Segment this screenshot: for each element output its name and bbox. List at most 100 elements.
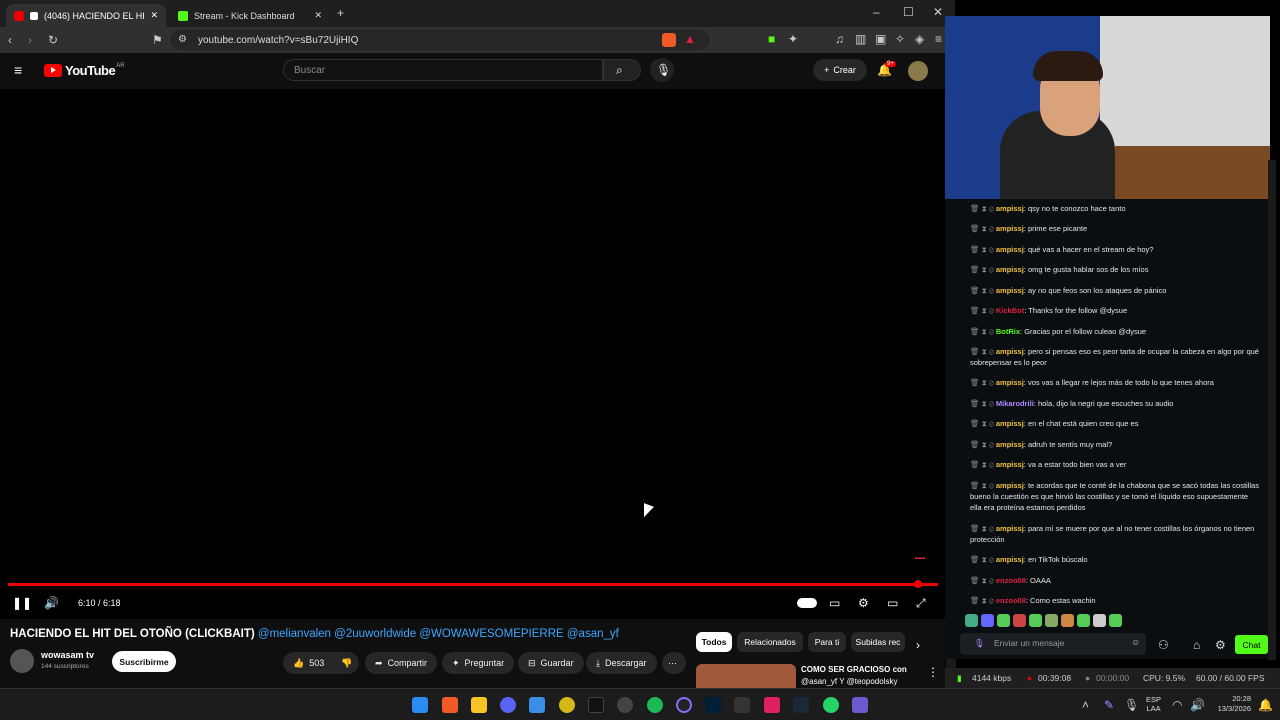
whatsapp-icon[interactable]: [823, 697, 839, 713]
emote-icon[interactable]: [1045, 614, 1058, 627]
chip-recent-uploads[interactable]: Subidas rec: [851, 632, 905, 652]
clock[interactable]: 20:28 13/3/2026: [1205, 694, 1251, 714]
close-window-icon[interactable]: ✕: [933, 5, 943, 19]
volume-icon[interactable]: 🔊: [1190, 698, 1205, 712]
chat-username[interactable]: Mikarodrili: [996, 399, 1034, 408]
emote-icon[interactable]: [1077, 614, 1090, 627]
chat-username[interactable]: enzoo08: [996, 596, 1026, 605]
brave-shield-icon[interactable]: [662, 33, 676, 47]
minimize-icon[interactable]: –: [873, 5, 880, 19]
moderation-icons[interactable]: 🗑 ⧗ ⊘: [970, 555, 994, 564]
chat-username[interactable]: ampissj: [996, 347, 1024, 356]
emote-icon[interactable]: [1061, 614, 1074, 627]
playlist-icon[interactable]: ♫: [835, 32, 844, 46]
ai-icon[interactable]: ✧: [895, 32, 905, 46]
obs-icon[interactable]: [617, 697, 633, 713]
emote-icon[interactable]: [981, 614, 994, 627]
progress-bar[interactable]: [8, 583, 938, 586]
emote-icon[interactable]: [1093, 614, 1106, 627]
photoshop-icon[interactable]: [705, 697, 721, 713]
mic-tray-icon[interactable]: 🎙: [1124, 698, 1139, 712]
photos-icon[interactable]: [529, 697, 545, 713]
moderation-icons[interactable]: 🗑 ⧗ ⊘: [970, 204, 994, 213]
moderation-icons[interactable]: 🗑 ⧗ ⊘: [970, 576, 994, 585]
store-icon[interactable]: ⌂: [1193, 638, 1200, 652]
capcut-icon[interactable]: [764, 697, 780, 713]
moderation-icons[interactable]: 🗑 ⧗ ⊘: [970, 378, 994, 387]
tab-kick[interactable]: Stream - Kick Dashboard ✕: [170, 4, 330, 27]
menu-icon[interactable]: ≡: [935, 32, 942, 46]
epic-games-icon[interactable]: [734, 697, 750, 713]
vpn-icon[interactable]: ◈: [915, 32, 924, 46]
recommended-title[interactable]: COMO SER GRACIOSO con: [801, 665, 907, 674]
chat-username[interactable]: KickBot: [996, 306, 1024, 315]
chat-username[interactable]: ampissj: [996, 524, 1024, 533]
pause-icon[interactable]: ❚❚: [12, 596, 32, 610]
tab-youtube[interactable]: (4046) HACIENDO EL HIT DEL ✕: [6, 4, 166, 27]
close-icon[interactable]: ✕: [150, 10, 158, 21]
channel-avatar[interactable]: [10, 649, 34, 673]
search-button[interactable]: ⌕: [603, 59, 641, 81]
moderation-icons[interactable]: 🗑 ⧗ ⊘: [970, 347, 994, 356]
moderation-icons[interactable]: 🗑 ⧗ ⊘: [970, 440, 994, 449]
download-button[interactable]: ⤓ Descargar: [586, 652, 657, 674]
chat-username[interactable]: ampissj: [996, 224, 1024, 233]
share-button[interactable]: ➦ Compartir: [365, 652, 438, 674]
chat-username[interactable]: ampissj: [996, 245, 1024, 254]
chat-username[interactable]: ampissj: [996, 440, 1024, 449]
app-icon-2[interactable]: [676, 697, 692, 713]
emote-icon[interactable]: [1109, 614, 1122, 627]
chat-username[interactable]: ampissj: [996, 419, 1024, 428]
address-bar[interactable]: ⚙ youtube.com/watch?v=sBu72UjiHIQ: [170, 30, 710, 50]
moderation-icons[interactable]: 🗑 ⧗ ⊘: [970, 596, 994, 605]
chat-username[interactable]: BotRix: [996, 327, 1020, 336]
moderation-icons[interactable]: 🗑 ⧗ ⊘: [970, 224, 994, 233]
like-button[interactable]: 👍 503: [283, 652, 331, 674]
wifi-icon[interactable]: ◠: [1172, 698, 1182, 712]
title-mentions[interactable]: @melianvalen @2uuworldwide @WOWAWESOMEPI…: [258, 628, 619, 640]
notifications-icon[interactable]: 🔔: [1258, 698, 1273, 712]
hamburger-menu-icon[interactable]: ≡: [14, 63, 22, 77]
brave-app-icon[interactable]: [442, 697, 458, 713]
emote-icon[interactable]: [1013, 614, 1026, 627]
chat-message-input[interactable]: 🎙 Enviar un mensaje ☺: [960, 633, 1146, 655]
chip-all[interactable]: Todos: [696, 632, 732, 652]
fullscreen-icon[interactable]: ⤢: [916, 596, 926, 610]
users-icon[interactable]: ⚇: [1158, 638, 1169, 652]
chat-username[interactable]: ampissj: [996, 460, 1024, 469]
app-icon-3[interactable]: [852, 697, 868, 713]
reload-icon[interactable]: ↻: [48, 33, 58, 47]
moderation-icons[interactable]: 🗑 ⧗ ⊘: [970, 286, 994, 295]
back-icon[interactable]: ‹: [8, 33, 12, 47]
youtube-logo[interactable]: YouTube AR: [44, 63, 125, 78]
language-indicator[interactable]: ESP LAA: [1146, 695, 1161, 713]
dislike-button[interactable]: 👎: [331, 652, 359, 674]
emote-icon[interactable]: [965, 614, 978, 627]
app-icon[interactable]: [559, 697, 575, 713]
subscribe-button[interactable]: Suscribirme: [112, 651, 176, 672]
emote-icon[interactable]: [1029, 614, 1042, 627]
start-icon[interactable]: [412, 697, 428, 713]
extension-icon[interactable]: ■: [768, 32, 775, 46]
brave-rewards-icon[interactable]: ▲: [684, 32, 696, 46]
settings-gear-icon[interactable]: ⚙: [858, 596, 869, 610]
moderation-icons[interactable]: 🗑 ⧗ ⊘: [970, 306, 994, 315]
discord-icon[interactable]: [500, 697, 516, 713]
chat-username[interactable]: enzoo08: [996, 576, 1026, 585]
chat-username[interactable]: ampissj: [996, 555, 1024, 564]
subtitles-icon[interactable]: ▭: [829, 596, 840, 610]
forward-icon[interactable]: ›: [28, 33, 32, 47]
moderation-icons[interactable]: 🗑 ⧗ ⊘: [970, 460, 994, 469]
site-info-icon[interactable]: ⚙: [178, 33, 187, 47]
tiktok-icon[interactable]: [588, 697, 604, 713]
ask-button[interactable]: ✦ Preguntar: [442, 652, 515, 674]
theater-mode-icon[interactable]: ▭: [887, 596, 898, 610]
chat-username[interactable]: ampissj: [996, 481, 1024, 490]
chat-username[interactable]: ampissj: [996, 286, 1024, 295]
maximize-icon[interactable]: ☐: [903, 5, 914, 19]
recommended-thumbnail[interactable]: [696, 664, 796, 689]
file-explorer-icon[interactable]: [471, 697, 487, 713]
progress-scrubber[interactable]: [914, 580, 922, 588]
moderation-icons[interactable]: 🗑 ⧗ ⊘: [970, 481, 994, 490]
bookmark-icon[interactable]: ⚑: [152, 33, 163, 47]
